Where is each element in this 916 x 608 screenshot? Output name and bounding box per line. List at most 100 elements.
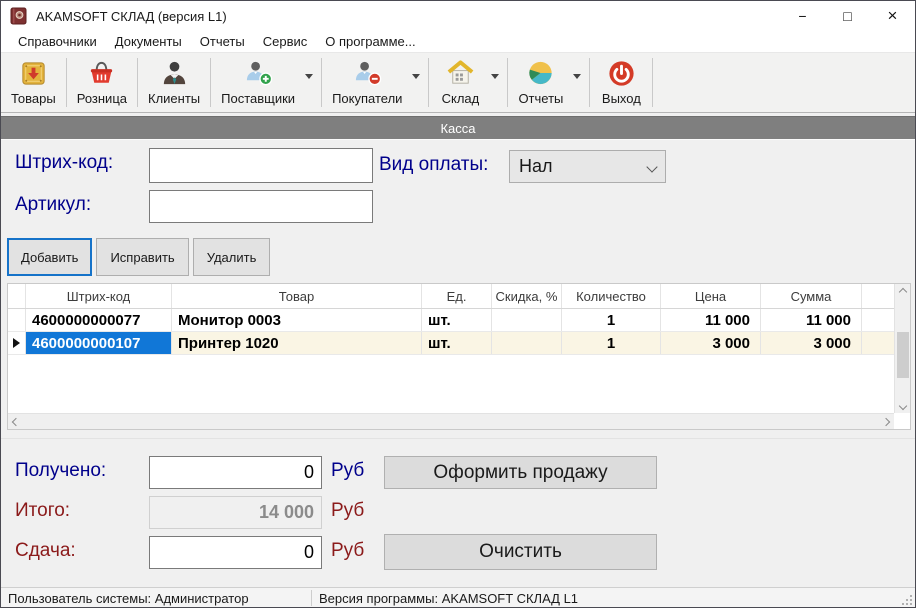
table-row-selected[interactable]: 4600000000107 Принтер 1020 шт. 1 3 000 3… xyxy=(8,332,894,355)
menu-o-programme[interactable]: О программе... xyxy=(316,32,424,51)
row-selector-cell[interactable] xyxy=(8,309,26,331)
toolbar-warehouse-button[interactable]: Склад xyxy=(431,55,489,110)
reports-pie-icon xyxy=(525,58,556,89)
warehouse-house-icon xyxy=(445,58,476,89)
col-header-barcode[interactable]: Штрих-код xyxy=(26,284,172,308)
toolbar-exit-label: Выход xyxy=(602,91,641,106)
titlebar: AKAMSOFT СКЛАД (версия L1) − □ × xyxy=(1,1,915,31)
cell-discount[interactable] xyxy=(492,309,562,331)
cell-discount[interactable] xyxy=(492,332,562,354)
toolbar-buyers-button[interactable]: Покупатели xyxy=(324,55,410,110)
clear-button[interactable]: Очистить xyxy=(384,534,657,570)
chevron-down-icon xyxy=(412,74,420,79)
scroll-down-button[interactable] xyxy=(895,398,911,413)
col-header-price[interactable]: Цена xyxy=(661,284,761,308)
barcode-input[interactable] xyxy=(149,148,373,183)
col-header-product[interactable]: Товар xyxy=(172,284,422,308)
cell-barcode[interactable]: 4600000000107 xyxy=(26,332,172,354)
vertical-scrollbar[interactable] xyxy=(894,284,910,413)
change-currency: Руб xyxy=(331,540,364,562)
scan-form-panel: Штрих-код: Артикул: Вид оплаты: Нал xyxy=(1,139,915,233)
received-label: Получено: xyxy=(15,460,106,482)
menu-servis[interactable]: Сервис xyxy=(254,32,317,51)
toolbar-suppliers-label: Поставщики xyxy=(221,91,295,106)
toolbar-reports-button[interactable]: Отчеты xyxy=(510,55,571,110)
toolbar-suppliers-button[interactable]: Поставщики xyxy=(213,55,303,110)
barcode-label: Штрих-код: xyxy=(15,152,113,174)
chevron-down-icon xyxy=(899,401,907,409)
cell-price[interactable]: 3 000 xyxy=(661,332,761,354)
payment-type-select[interactable]: Нал xyxy=(509,150,666,183)
toolbar-warehouse-label: Склад xyxy=(442,91,480,106)
horizontal-scrollbar[interactable] xyxy=(8,413,894,429)
current-row-marker-icon xyxy=(13,338,20,348)
minimize-icon[interactable]: − xyxy=(780,1,825,31)
change-label: Сдача: xyxy=(15,540,76,562)
toolbar-buyers-label: Покупатели xyxy=(332,91,402,106)
toolbar-retail-label: Розница xyxy=(77,91,127,106)
article-input[interactable] xyxy=(149,190,373,223)
spacer xyxy=(1,579,915,587)
sale-items-grid: Штрих-код Товар Ед. Скидка, % Количество… xyxy=(1,281,915,431)
toolbar-separator xyxy=(428,58,429,107)
add-button[interactable]: Добавить xyxy=(7,238,92,276)
cell-sum[interactable]: 3 000 xyxy=(761,332,862,354)
received-input[interactable] xyxy=(149,456,322,489)
menubar: Справочники Документы Отчеты Сервис О пр… xyxy=(1,31,915,53)
col-header-qty[interactable]: Количество xyxy=(562,284,661,308)
close-icon[interactable]: × xyxy=(870,1,915,31)
clients-person-icon xyxy=(159,58,190,89)
cell-price[interactable]: 11 000 xyxy=(661,309,761,331)
statusbar: Пользователь системы: Администратор Верс… xyxy=(1,587,915,608)
toolbar-separator xyxy=(321,58,322,107)
cell-sum[interactable]: 11 000 xyxy=(761,309,862,331)
scroll-up-button[interactable] xyxy=(895,284,911,299)
toolbar-warehouse-dropdown[interactable] xyxy=(489,55,505,110)
status-user: Пользователь системы: Администратор xyxy=(1,591,249,606)
row-actions: Добавить Исправить Удалить xyxy=(1,233,915,281)
menu-spravochniki[interactable]: Справочники xyxy=(9,32,106,51)
resize-grip-icon[interactable] xyxy=(902,595,913,606)
toolbar-retail-button[interactable]: Розница xyxy=(69,55,135,110)
toolbar-separator xyxy=(589,58,590,107)
edit-button[interactable]: Исправить xyxy=(96,238,188,276)
col-header-discount[interactable]: Скидка, % xyxy=(492,284,562,308)
toolbar-suppliers-dropdown[interactable] xyxy=(303,55,319,110)
cell-barcode[interactable]: 4600000000077 xyxy=(26,309,172,331)
status-divider xyxy=(311,590,312,606)
toolbar-reports-dropdown[interactable] xyxy=(571,55,587,110)
payment-type-value: Нал xyxy=(519,156,553,177)
status-version: Версия программы: AKAMSOFT СКЛАД L1 xyxy=(319,591,578,606)
col-header-unit[interactable]: Ед. xyxy=(422,284,492,308)
maximize-icon[interactable]: □ xyxy=(825,1,870,31)
window-title: AKAMSOFT СКЛАД (версия L1) xyxy=(36,9,227,24)
row-selector-cell[interactable] xyxy=(8,332,26,354)
toolbar-clients-button[interactable]: Клиенты xyxy=(140,55,208,110)
cell-product[interactable]: Монитор 0003 xyxy=(172,309,422,331)
change-input[interactable] xyxy=(149,536,322,569)
checkout-button[interactable]: Оформить продажу xyxy=(384,456,657,489)
grid-box: Штрих-код Товар Ед. Скидка, % Количество… xyxy=(7,283,911,430)
chevron-down-icon xyxy=(305,74,313,79)
menu-dokumenty[interactable]: Документы xyxy=(106,32,191,51)
supplier-add-icon xyxy=(243,58,274,89)
toolbar-goods-button[interactable]: Товары xyxy=(3,55,64,110)
cell-qty[interactable]: 1 xyxy=(562,332,661,354)
toolbar-buyers-dropdown[interactable] xyxy=(410,55,426,110)
toolbar-separator xyxy=(507,58,508,107)
vertical-scroll-thumb[interactable] xyxy=(897,332,909,378)
total-label: Итого: xyxy=(15,500,70,522)
delete-button[interactable]: Удалить xyxy=(193,238,271,276)
table-row[interactable]: 4600000000077 Монитор 0003 шт. 1 11 000 … xyxy=(8,309,894,332)
chevron-left-icon xyxy=(12,417,20,425)
cell-filler xyxy=(862,332,894,354)
grid-header-row: Штрих-код Товар Ед. Скидка, % Количество… xyxy=(8,284,894,309)
col-header-sum[interactable]: Сумма xyxy=(761,284,862,308)
cell-product[interactable]: Принтер 1020 xyxy=(172,332,422,354)
cell-qty[interactable]: 1 xyxy=(562,309,661,331)
toolbar-exit-button[interactable]: Выход xyxy=(592,55,650,110)
app-book-icon xyxy=(10,7,28,25)
cell-unit[interactable]: шт. xyxy=(422,332,492,354)
cell-unit[interactable]: шт. xyxy=(422,309,492,331)
menu-otchety[interactable]: Отчеты xyxy=(191,32,254,51)
